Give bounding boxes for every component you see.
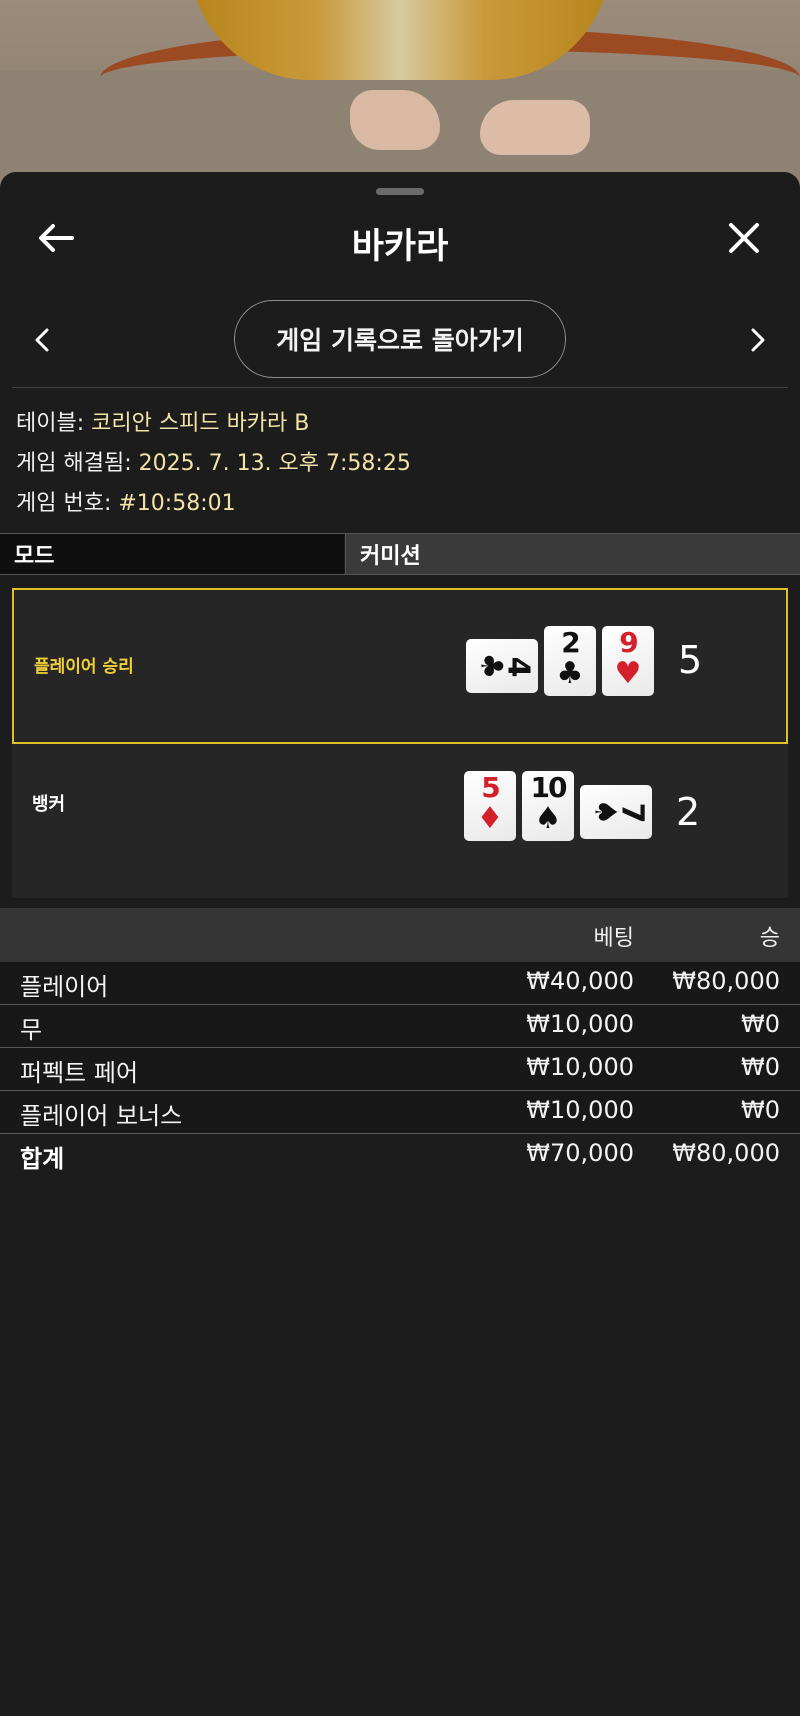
banker-card-1: 5 ♦ xyxy=(464,771,516,841)
bets-table-header: 베팅 승 xyxy=(0,908,800,962)
player-score: 5 xyxy=(678,638,703,682)
divider xyxy=(12,387,788,388)
chevron-left-icon[interactable] xyxy=(22,316,62,364)
card-suit: ♥ xyxy=(614,656,642,691)
mode-value: 커미션 xyxy=(345,534,800,574)
card-rank: 9 xyxy=(619,626,639,659)
banker-result-label: 뱅커 xyxy=(32,794,66,815)
player-card-1: 4 ♣ xyxy=(466,639,538,693)
game-history-sheet: 바카라 게임 기록으로 돌아가기 테이블: 코리안 스피드 바카라 B 게임 해… xyxy=(0,172,800,1716)
resolved-value: 2025. 7. 13. 오후 7:58:25 xyxy=(138,451,411,476)
total-win: ₩80,000 xyxy=(672,1139,780,1167)
banker-hand: 뱅커 5 ♦ 10 ♠ 7 ♠ 2 xyxy=(12,744,788,894)
sheet-header: 바카라 xyxy=(0,206,800,270)
live-video-background xyxy=(0,0,800,200)
card-rank: 5 xyxy=(481,771,501,804)
win-amount: ₩0 xyxy=(741,1053,780,1081)
card-suit: ♠ xyxy=(534,801,562,836)
table-label: 테이블: xyxy=(16,411,85,436)
bet-amount: ₩10,000 xyxy=(526,1096,634,1124)
table-row: 무 ₩10,000 ₩0 xyxy=(0,1005,800,1048)
bet-name: 무 xyxy=(20,1016,43,1044)
table-info-line: 테이블: 코리안 스피드 바카라 B xyxy=(16,404,411,444)
bet-name: 플레이어 xyxy=(20,973,109,1001)
card-rank: 10 xyxy=(530,771,568,804)
win-amount: ₩80,000 xyxy=(672,967,780,995)
table-row: 퍼펙트 페어 ₩10,000 ₩0 xyxy=(0,1048,800,1091)
mode-row: 모드 커미션 xyxy=(0,533,800,575)
banker-card-2: 10 ♠ xyxy=(522,771,574,841)
resolved-info-line: 게임 해결됨: 2025. 7. 13. 오후 7:58:25 xyxy=(16,444,411,484)
card-rank: 2 xyxy=(561,626,581,659)
game-info: 테이블: 코리안 스피드 바카라 B 게임 해결됨: 2025. 7. 13. … xyxy=(16,404,411,524)
card-suit: ♠ xyxy=(587,798,623,826)
bet-name: 퍼펙트 페어 xyxy=(20,1059,139,1087)
player-hand: 플레이어 승리 4 ♣ 2 ♣ 9 ♥ 5 xyxy=(12,588,788,744)
page-title: 바카라 xyxy=(351,227,449,267)
bet-column-header: 베팅 xyxy=(593,926,634,951)
close-icon[interactable] xyxy=(716,210,772,266)
dealer-hand-right xyxy=(480,100,590,155)
bets-table: 베팅 승 플레이어 ₩40,000 ₩80,000 무 ₩10,000 ₩0 퍼… xyxy=(0,908,800,1177)
table-row: 플레이어 보너스 ₩10,000 ₩0 xyxy=(0,1091,800,1134)
card-suit: ♣ xyxy=(473,652,509,680)
game-result: 플레이어 승리 4 ♣ 2 ♣ 9 ♥ 5 뱅커 5 ♦ 10 ♠ 7 ♠ 2 xyxy=(12,588,788,898)
bet-name: 플레이어 보너스 xyxy=(20,1102,183,1130)
resolved-label: 게임 해결됨: xyxy=(16,451,132,476)
bet-amount: ₩10,000 xyxy=(526,1010,634,1038)
total-label: 합계 xyxy=(20,1145,65,1173)
win-amount: ₩0 xyxy=(741,1010,780,1038)
banker-card-3: 7 ♠ xyxy=(580,785,652,839)
table-value: 코리안 스피드 바카라 B xyxy=(91,411,310,436)
game-number-line: 게임 번호: #10:58:01 xyxy=(16,484,411,524)
total-row: 합계 ₩70,000 ₩80,000 xyxy=(0,1134,800,1177)
game-number-label: 게임 번호: xyxy=(16,491,112,516)
total-bet: ₩70,000 xyxy=(526,1139,634,1167)
table-row: 플레이어 ₩40,000 ₩80,000 xyxy=(0,962,800,1005)
bet-amount: ₩40,000 xyxy=(526,967,634,995)
player-card-3: 9 ♥ xyxy=(602,626,654,696)
history-nav: 게임 기록으로 돌아가기 xyxy=(0,300,800,380)
win-column-header: 승 xyxy=(759,926,780,951)
game-number-value: #10:58:01 xyxy=(118,491,236,516)
player-result-label: 플레이어 승리 xyxy=(34,657,134,677)
win-amount: ₩0 xyxy=(741,1096,780,1124)
banker-score: 2 xyxy=(676,790,701,834)
mode-label: 모드 xyxy=(0,534,344,574)
card-suit: ♣ xyxy=(556,656,584,691)
player-card-2: 2 ♣ xyxy=(544,626,596,696)
dealer-hand-left xyxy=(350,90,440,150)
sheet-grab-handle[interactable] xyxy=(376,188,424,195)
bet-amount: ₩10,000 xyxy=(526,1053,634,1081)
card-suit: ♦ xyxy=(476,801,504,836)
back-to-history-button[interactable]: 게임 기록으로 돌아가기 xyxy=(234,300,566,378)
chevron-right-icon[interactable] xyxy=(738,316,778,364)
